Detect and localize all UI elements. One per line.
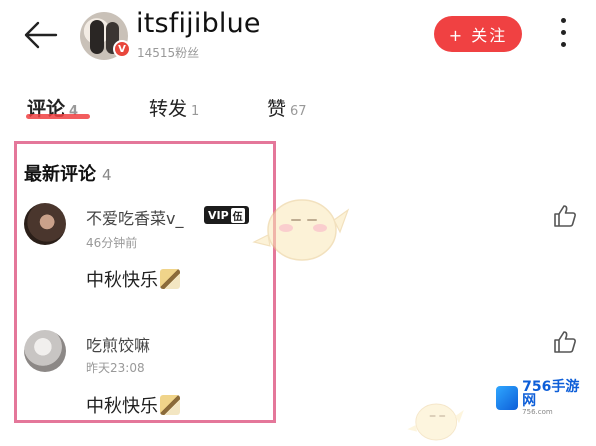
mooncake-emoji-icon	[160, 269, 180, 289]
vip-badge: VIP 伍	[204, 206, 249, 224]
commenter-name[interactable]: 吃煎饺嘛	[86, 332, 150, 356]
comment-text: 中秋快乐	[86, 392, 180, 418]
vip-level: 伍	[230, 207, 245, 223]
verified-badge-icon: V	[113, 40, 131, 58]
mascot-watermark-icon	[252, 199, 350, 261]
section-title-label: 最新评论	[24, 164, 96, 185]
comment-time: 昨天23:08	[86, 361, 145, 375]
follow-button[interactable]: + 关注	[434, 16, 522, 52]
more-options-icon[interactable]	[556, 18, 570, 50]
comment-text: 中秋快乐	[86, 266, 180, 292]
mascot-watermark-icon	[407, 403, 464, 441]
tab-count: 1	[191, 104, 200, 119]
like-thumb-icon[interactable]	[552, 329, 578, 355]
watermark-sub: 756.com	[522, 408, 553, 416]
commenter-avatar[interactable]	[24, 330, 66, 372]
tab-label: 转发	[149, 98, 188, 120]
tab-count: 67	[290, 104, 307, 119]
site-watermark: 756手游网 756.com	[492, 378, 588, 418]
section-count: 4	[102, 166, 112, 184]
commenter-avatar[interactable]	[24, 203, 66, 245]
like-thumb-icon[interactable]	[552, 203, 578, 229]
commenter-name[interactable]: 不爱吃香菜v_	[86, 205, 183, 229]
username[interactable]: itsfijiblue	[136, 8, 261, 39]
watermark-brand: 756手游网	[522, 379, 580, 409]
section-title: 最新评论 4	[24, 160, 112, 186]
comment-text-content: 中秋快乐	[86, 396, 158, 417]
fans-count: 14515粉丝	[137, 46, 200, 60]
comment-time: 46分钟前	[86, 236, 138, 250]
active-tab-indicator	[26, 114, 90, 119]
mooncake-emoji-icon	[160, 395, 180, 415]
cube-logo-icon	[496, 386, 519, 410]
tab-reposts[interactable]: 转发 1	[149, 94, 199, 121]
comment-text-content: 中秋快乐	[86, 270, 158, 291]
tab-likes[interactable]: 赞 67	[267, 94, 307, 121]
back-arrow-icon[interactable]	[22, 20, 58, 50]
vip-badge-label: VIP	[208, 208, 229, 222]
tab-label: 赞	[267, 98, 287, 120]
